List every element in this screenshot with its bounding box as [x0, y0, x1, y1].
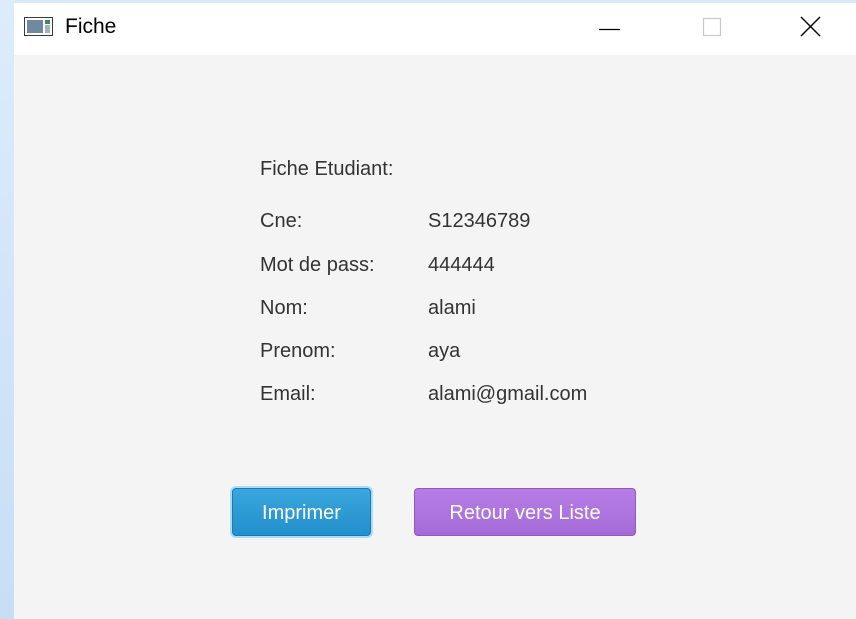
nom-label: Nom:: [260, 297, 308, 319]
cne-label: Cne:: [260, 210, 303, 232]
maximize-icon: [702, 17, 722, 37]
cne-value: S12346789: [428, 210, 531, 232]
minimize-button[interactable]: [585, 3, 635, 51]
close-button[interactable]: [786, 3, 836, 51]
email-label: Email:: [260, 383, 316, 405]
minimize-icon: [599, 28, 620, 31]
title-bar[interactable]: Fiche: [14, 3, 856, 55]
app-window-icon: [24, 17, 53, 36]
password-label: Mot de pass:: [260, 254, 375, 276]
close-icon: [800, 16, 821, 37]
section-title: Fiche Etudiant:: [260, 158, 394, 180]
desktop-edge: [0, 0, 14, 619]
maximize-button[interactable]: [688, 3, 738, 51]
window-title: Fiche: [65, 15, 117, 38]
print-button[interactable]: Imprimer: [232, 488, 371, 536]
prenom-value: aya: [428, 340, 461, 362]
back-to-list-button[interactable]: Retour vers Liste: [414, 488, 636, 536]
password-value: 444444: [428, 254, 495, 276]
email-value: alami@gmail.com: [428, 383, 588, 405]
prenom-label: Prenom:: [260, 340, 336, 362]
app-window: Fiche Fiche Etudiant: Cne: S12346789 Mot…: [14, 3, 856, 619]
nom-value: alami: [428, 297, 476, 319]
